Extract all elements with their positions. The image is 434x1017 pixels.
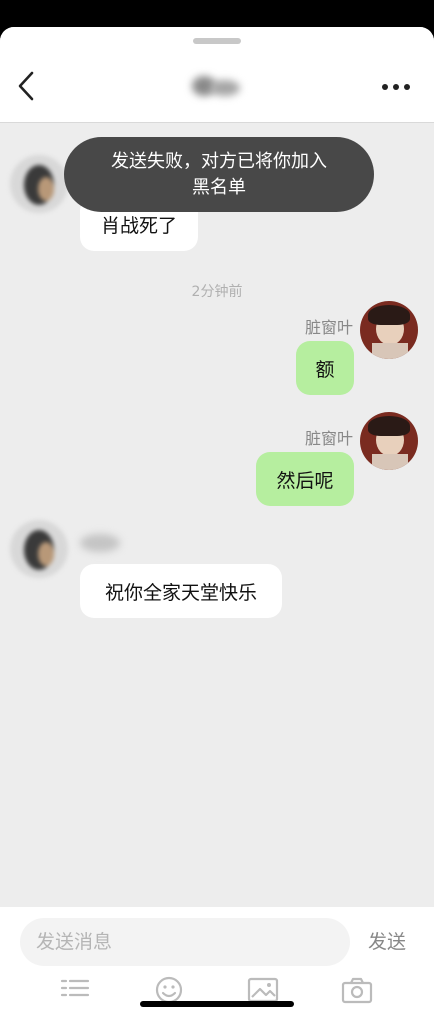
message-text: 肖战死了 [100, 214, 177, 237]
contact-name-redacted [190, 72, 245, 100]
camera-button[interactable] [340, 975, 374, 1005]
toast-text-line2: 黑名单 [192, 177, 246, 198]
contact-avatar[interactable] [10, 155, 68, 213]
ellipsis-icon [382, 84, 410, 90]
back-button[interactable] [12, 69, 42, 103]
message-input[interactable] [20, 918, 350, 966]
contact-avatar[interactable] [10, 520, 68, 578]
user-avatar[interactable] [360, 301, 418, 359]
chat-header [0, 27, 434, 123]
blocked-toast: 发送失败，对方已将你加入 黑名单 [64, 137, 374, 212]
message-timestamp: 2分钟前 [191, 284, 243, 300]
message-text: 然后呢 [276, 469, 334, 492]
message-bubble-outgoing[interactable]: 然后呢 [256, 452, 354, 506]
chat-screen: 肖战死了 2分钟前 脏窗叶 额 脏窗叶 然后呢 祝你全家天堂快乐 发送失败，对方… [0, 27, 434, 1017]
contact-name-redacted [80, 532, 120, 554]
sender-name: 脏窗叶 [304, 429, 353, 448]
message-text: 额 [315, 358, 335, 381]
message-bubble-incoming[interactable]: 祝你全家天堂快乐 [80, 564, 282, 618]
message-text: 祝你全家天堂快乐 [104, 581, 257, 604]
sheet-grabber[interactable] [193, 38, 241, 44]
chevron-left-icon [18, 71, 34, 101]
keyboard-button[interactable] [58, 975, 92, 1005]
home-indicator[interactable] [140, 1001, 294, 1007]
keyboard-icon [60, 979, 90, 997]
message-bubble-outgoing[interactable]: 额 [296, 341, 354, 395]
send-button[interactable]: 发送 [368, 927, 406, 954]
user-avatar[interactable] [360, 412, 418, 470]
more-button[interactable] [376, 75, 416, 99]
camera-icon [341, 977, 373, 1004]
sender-name: 脏窗叶 [304, 318, 353, 337]
toast-text-line1: 发送失败，对方已将你加入 [111, 151, 327, 172]
